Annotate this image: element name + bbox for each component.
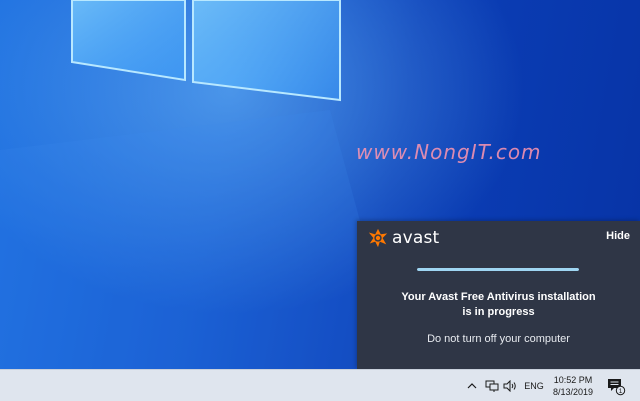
hide-button[interactable]: Hide: [606, 230, 630, 242]
notification-count: 1: [619, 388, 623, 395]
install-message-line2: is in progress: [462, 306, 535, 318]
language-indicator[interactable]: ENG: [522, 370, 546, 401]
clock-date: 8/13/2019: [552, 386, 594, 397]
warning-text: Do not turn off your computer: [427, 333, 570, 345]
network-icon: [485, 380, 499, 392]
taskbar: ENG 10:52 PM 8/13/2019 1: [0, 369, 640, 401]
volume-button[interactable]: [502, 370, 518, 401]
avast-logo-icon: [368, 228, 388, 248]
clock[interactable]: 10:52 PM 8/13/2019: [548, 370, 598, 401]
install-message-line1: Your Avast Free Antivirus installation: [401, 291, 596, 303]
show-hidden-icons-button[interactable]: [464, 370, 480, 401]
volume-icon: [503, 379, 516, 392]
chevron-up-icon: [467, 383, 477, 389]
install-progress-bar: [417, 268, 579, 271]
avast-brand: avast: [367, 227, 439, 249]
network-button[interactable]: [483, 370, 501, 401]
install-status-message: Your Avast Free Antivirus installation i…: [367, 290, 630, 320]
clock-time: 10:52 PM: [553, 374, 593, 385]
action-center-button[interactable]: 1: [603, 370, 629, 401]
avast-install-notification: avast Hide Your Avast Free Antivirus ins…: [357, 221, 640, 369]
notification-icon: 1: [608, 378, 626, 395]
install-progress-fill: [417, 268, 579, 271]
avast-wordmark: avast: [392, 228, 440, 248]
watermark-text: www.NongIT.com: [356, 140, 542, 164]
